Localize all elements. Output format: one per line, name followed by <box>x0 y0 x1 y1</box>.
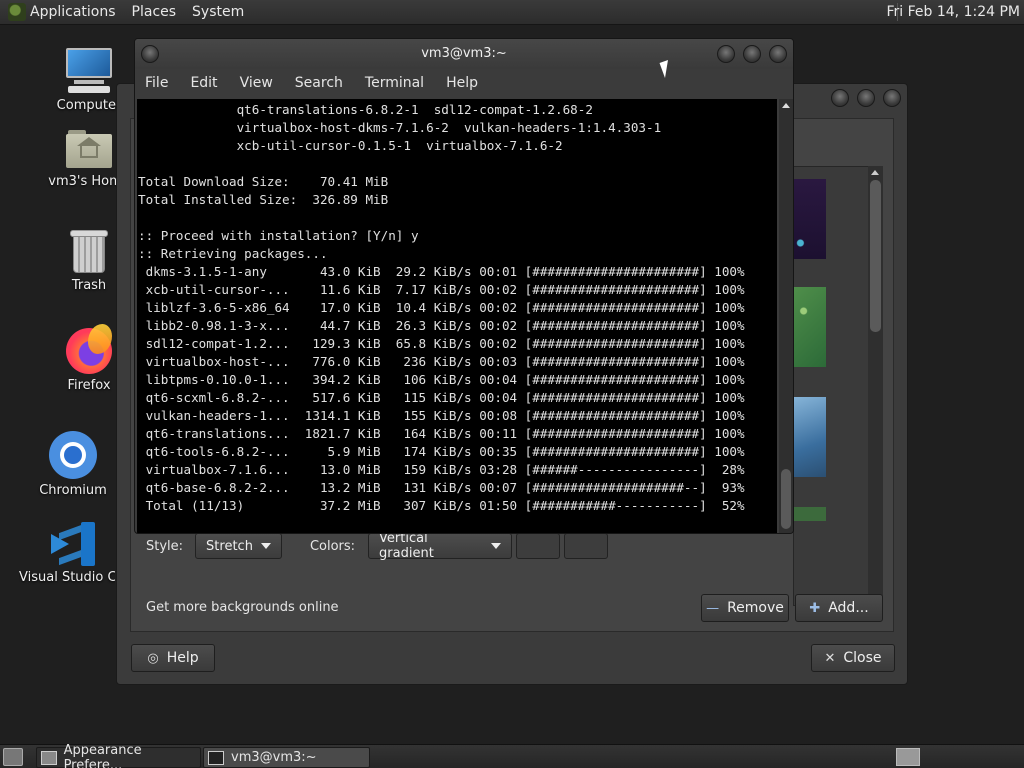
chromium-icon <box>49 431 97 479</box>
minimize-button[interactable] <box>831 89 849 107</box>
terminal-window: vm3@vm3:~ File Edit View Search Terminal… <box>134 38 794 534</box>
terminal-title: vm3@vm3:~ <box>421 46 507 61</box>
scroll-up-icon[interactable] <box>871 170 879 175</box>
taskbar-item-label: Appearance Prefere... <box>63 742 142 768</box>
top-panel: Applications Places System Fri Feb 14, 1… <box>0 0 1024 25</box>
taskbar-item-appearance[interactable]: Appearance Prefere... <box>36 743 201 768</box>
computer-icon <box>64 46 114 94</box>
taskbar-item-label: vm3@vm3:~ <box>231 750 317 765</box>
colors-dropdown[interactable]: Vertical gradient <box>368 531 513 561</box>
scroll-up-icon[interactable] <box>782 103 790 108</box>
terminal-text: qt6-translations-6.8.2-1 sdl12-compat-1.… <box>138 102 745 513</box>
style-dropdown[interactable]: Stretch <box>195 533 282 559</box>
minus-icon: — <box>706 600 720 616</box>
background-thumbnail[interactable] <box>794 287 826 367</box>
menu-edit[interactable]: Edit <box>190 75 217 91</box>
close-window-button[interactable] <box>769 45 787 63</box>
desktop-icon-label: Chromium <box>39 483 107 498</box>
get-more-backgrounds-link[interactable]: Get more backgrounds online <box>146 600 339 615</box>
bottom-panel: Appearance Prefere... vm3@vm3:~ <box>0 743 1024 768</box>
colors-label: Colors: <box>309 538 356 554</box>
menu-system[interactable]: System <box>192 4 244 20</box>
style-dropdown-value: Stretch <box>206 538 253 554</box>
scroll-thumb[interactable] <box>781 469 791 529</box>
help-button[interactable]: ◎ Help <box>131 644 215 672</box>
remove-button[interactable]: — Remove <box>701 594 789 622</box>
maximize-button[interactable] <box>857 89 875 107</box>
terminal-app-icon <box>208 750 224 765</box>
style-label: Style: <box>146 538 184 554</box>
firefox-icon <box>66 324 112 374</box>
remove-button-label: Remove <box>727 600 784 616</box>
chevron-down-icon <box>491 543 502 549</box>
desktop-icon-label: Visual Studio Code <box>19 570 115 585</box>
workspace-switcher[interactable] <box>896 748 920 766</box>
terminal-titlebar[interactable]: vm3@vm3:~ <box>135 39 793 69</box>
secondary-color-button[interactable] <box>564 533 609 559</box>
terminal-menubar: File Edit View Search Terminal Help <box>135 69 793 97</box>
home-folder-icon <box>66 130 112 170</box>
menu-view[interactable]: View <box>240 75 273 91</box>
colors-dropdown-value: Vertical gradient <box>379 531 434 561</box>
chevron-down-icon <box>260 543 271 549</box>
background-list-scrollbar[interactable] <box>868 166 883 606</box>
vscode-icon <box>51 522 95 566</box>
style-colors-row: Style: Stretch Colors: Vertical gradient <box>146 531 609 561</box>
terminal-scrollbar[interactable] <box>779 99 793 533</box>
primary-color-button[interactable] <box>516 533 561 559</box>
clock[interactable]: Fri Feb 14, 1:24 PM <box>887 4 1021 20</box>
trash-icon <box>70 230 108 274</box>
background-thumbnail[interactable] <box>794 179 826 259</box>
mate-logo-icon[interactable] <box>8 3 26 21</box>
menu-file[interactable]: File <box>145 75 168 91</box>
close-button-label: Close <box>843 650 882 666</box>
add-button-label: Add... <box>828 600 869 616</box>
scroll-thumb[interactable] <box>870 180 881 332</box>
menu-search[interactable]: Search <box>295 75 343 91</box>
window-menu-button[interactable] <box>141 45 159 63</box>
terminal-output[interactable]: qt6-translations-6.8.2-1 sdl12-compat-1.… <box>137 99 777 533</box>
close-icon: ✕ <box>824 650 836 666</box>
close-button[interactable]: ✕ Close <box>811 644 895 672</box>
help-lifebuoy-icon: ◎ <box>147 650 159 666</box>
plus-icon: ✚ <box>809 600 821 616</box>
menu-places[interactable]: Places <box>132 4 177 20</box>
taskbar-item-terminal[interactable]: vm3@vm3:~ <box>203 747 370 768</box>
menu-terminal[interactable]: Terminal <box>365 75 424 91</box>
maximize-button[interactable] <box>743 45 761 63</box>
desktop-icon-vscode[interactable]: Visual Studio Code <box>18 522 128 585</box>
menu-help[interactable]: Help <box>446 75 478 91</box>
show-desktop-icon[interactable] <box>3 748 23 766</box>
window-controls <box>831 89 901 107</box>
help-button-label: Help <box>166 650 199 666</box>
menu-applications[interactable]: Applications <box>30 4 116 20</box>
add-button[interactable]: ✚ Add... <box>795 594 883 622</box>
close-window-button[interactable] <box>883 89 901 107</box>
minimize-button[interactable] <box>717 45 735 63</box>
appearance-app-icon <box>41 750 57 765</box>
background-thumbnail[interactable] <box>794 397 826 477</box>
desktop-icon-chromium[interactable]: Chromium <box>18 431 128 498</box>
background-thumbnail[interactable] <box>794 507 826 521</box>
